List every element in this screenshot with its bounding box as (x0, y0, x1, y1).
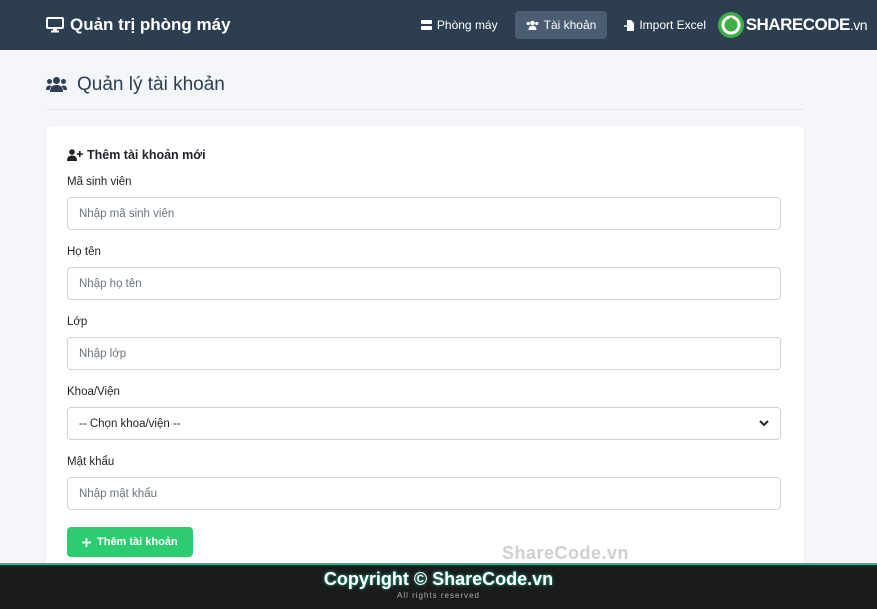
student-id-input[interactable]: Nhập mã sinh viên (67, 197, 781, 230)
card-title-text: Thêm tài khoản mới (87, 148, 206, 162)
brand-title: Quản trị phòng máy (70, 15, 231, 34)
student-id-label: Mã sinh viên (67, 176, 132, 188)
card-title: Thêm tài khoản mới (67, 148, 783, 162)
nav-item-tai-khoan[interactable]: Tài khoản (514, 11, 608, 39)
nav-item-import-excel[interactable]: Import Excel (613, 11, 717, 39)
class-label: Lớp (67, 316, 88, 328)
full-name-input[interactable]: Nhập họ tên (67, 267, 781, 300)
brand[interactable]: Quản trị phòng máy (46, 15, 231, 35)
chevron-down-icon (759, 420, 769, 427)
student-id-group: Mã sinh viên Nhập mã sinh viên (67, 176, 783, 230)
plus-icon (82, 537, 91, 547)
footer-copyright: Copyright © ShareCode.vn (323, 569, 554, 589)
password-input[interactable]: Nhập mật khẩu (67, 477, 781, 510)
desktop-icon (46, 17, 64, 33)
full-name-group: Họ tên Nhập họ tên (67, 246, 783, 300)
footer: Copyright © ShareCode.vn All rights rese… (0, 563, 877, 609)
footer-rights: All rights reserved (396, 591, 481, 600)
nav-item-label: Tài khoản (543, 18, 597, 32)
file-import-icon (624, 19, 635, 31)
users-icon (46, 77, 67, 92)
faculty-selected-value: -- Chọn khoa/viện -- (79, 417, 181, 430)
nav-item-label: Import Excel (639, 18, 706, 32)
faculty-select[interactable]: -- Chọn khoa/viện -- (67, 407, 781, 440)
user-plus-icon (67, 149, 83, 161)
nav-menu: Phòng máy Tài khoản Import Excel (404, 0, 717, 50)
page-title: Quản lý tài khoản (77, 74, 225, 95)
users-icon (526, 20, 539, 30)
full-name-label: Họ tên (67, 246, 101, 258)
page-header: Quản lý tài khoản (46, 74, 804, 110)
logo-text: SHARECODE.vn (745, 15, 868, 35)
logo-main: SHARECODE (745, 15, 851, 34)
class-input[interactable]: Nhập lớp (67, 337, 781, 370)
sharecode-logo: SHARECODE.vn (716, 10, 868, 40)
recycle-logo-icon (717, 12, 744, 38)
add-account-card: Thêm tài khoản mới Mã sinh viên Nhập mã … (46, 126, 804, 586)
watermark: ShareCode.vn (502, 543, 630, 563)
class-group: Lớp Nhập lớp (67, 316, 783, 370)
logo-suffix: .vn (849, 17, 868, 33)
add-account-button[interactable]: Thêm tài khoản (67, 527, 193, 557)
nav-item-phong-may[interactable]: Phòng máy (410, 11, 509, 39)
password-group: Mật khẩu Nhập mật khẩu (67, 456, 783, 510)
nav-item-label: Phòng máy (436, 18, 498, 32)
server-icon (420, 20, 432, 30)
password-label: Mật khẩu (67, 456, 115, 468)
faculty-label: Khoa/Viện (67, 386, 120, 398)
top-navbar: Quản trị phòng máy Phòng máy Tài khoản I… (0, 0, 877, 50)
faculty-group: Khoa/Viện -- Chọn khoa/viện -- (67, 386, 783, 440)
add-account-button-label: Thêm tài khoản (97, 536, 178, 548)
